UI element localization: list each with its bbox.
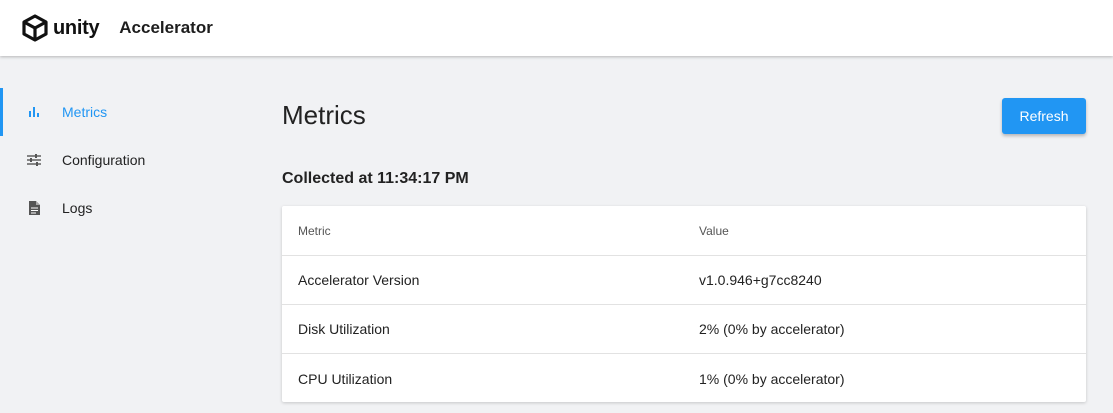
table-row: CPU Utilization 1% (0% by accelerator) [282, 354, 1086, 403]
app-title: Accelerator [119, 18, 213, 37]
sidebar-item-metrics[interactable]: Metrics [0, 88, 250, 136]
column-header-metric: Metric [298, 223, 331, 238]
metric-value: v1.0.946+g7cc8240 [699, 272, 822, 288]
metric-value: 2% (0% by accelerator) [699, 321, 845, 337]
sidebar-item-logs[interactable]: Logs [0, 184, 250, 232]
refresh-button[interactable]: Refresh [1002, 98, 1086, 134]
metrics-table: Metric Value Accelerator Version v1.0.94… [282, 206, 1086, 402]
metric-value: 1% (0% by accelerator) [699, 370, 845, 387]
table-row: Accelerator Version v1.0.946+g7cc8240 [282, 256, 1086, 305]
table-row: Disk Utilization 2% (0% by accelerator) [282, 305, 1086, 354]
metric-name: Disk Utilization [298, 321, 390, 337]
sidebar-item-label: Metrics [62, 104, 108, 120]
bar-chart-icon [26, 104, 42, 120]
main-content: Metrics Refresh Collected at 11:34:17 PM… [282, 56, 1086, 413]
collected-timestamp: Collected at 11:34:17 PM [282, 170, 469, 187]
sidebar-item-label: Logs [62, 200, 93, 216]
unity-logo[interactable]: unity [20, 0, 100, 56]
page-title: Metrics [282, 100, 366, 130]
metric-name: CPU Utilization [298, 370, 393, 387]
table-header-row: Metric Value [282, 206, 1086, 256]
sidebar-item-label: Configuration [62, 152, 146, 168]
unity-cube-icon [20, 13, 50, 43]
document-icon [26, 200, 42, 216]
top-app-bar: unity Accelerator [0, 0, 1113, 56]
logo-text: unity [53, 16, 100, 39]
column-header-value: Value [699, 223, 729, 238]
sidebar-item-configuration[interactable]: Configuration [0, 136, 250, 184]
sliders-icon [26, 152, 42, 168]
metric-name: Accelerator Version [298, 272, 420, 288]
sidebar-nav: Metrics Configuration Logs [0, 56, 250, 413]
